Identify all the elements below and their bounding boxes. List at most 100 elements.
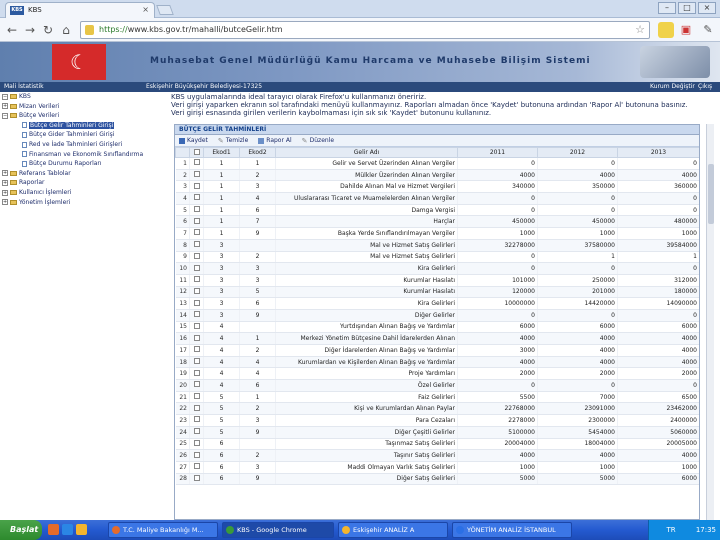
- close-window-icon[interactable]: ×: [698, 2, 716, 14]
- table-row[interactable]: 27 6 3 Maddi Olmayan Varlık Satış Gelirleri…: [175, 461, 699, 474]
- clear-button[interactable]: ✎ Temizle: [218, 137, 248, 144]
- ekod2-cell[interactable]: 2: [239, 449, 276, 462]
- reload-icon[interactable]: ↻: [40, 23, 56, 37]
- row-select-cell[interactable]: [189, 356, 204, 369]
- value-2012-cell[interactable]: 23091000: [537, 402, 618, 416]
- value-2012-cell[interactable]: 4000: [537, 169, 618, 182]
- value-2013-cell[interactable]: 2000: [617, 367, 699, 381]
- row-select-cell[interactable]: [189, 414, 204, 427]
- row-checkbox[interactable]: [193, 171, 200, 178]
- value-2012-cell[interactable]: 2300000: [537, 414, 618, 427]
- ekod2-cell[interactable]: 2: [239, 402, 276, 416]
- row-select-cell[interactable]: [189, 402, 204, 416]
- sidebar-item[interactable]: + Yönetim İşlemleri: [2, 198, 70, 207]
- value-2011-cell[interactable]: 101000: [457, 274, 538, 287]
- maximize-icon[interactable]: □: [678, 2, 696, 14]
- table-row[interactable]: 21 5 1 Faiz Gelirleri 5500 7000 6500: [175, 391, 699, 404]
- ekod1-cell[interactable]: 3: [203, 274, 240, 287]
- row-select-cell[interactable]: [189, 367, 204, 381]
- value-2013-cell[interactable]: 480000: [617, 215, 699, 229]
- row-select-cell[interactable]: [189, 426, 204, 439]
- income-name-cell[interactable]: Özel Gelirler: [275, 379, 458, 392]
- ekod1-cell[interactable]: 3: [203, 262, 240, 275]
- value-2011-cell[interactable]: 120000: [457, 286, 538, 299]
- save-button[interactable]: Kaydet: [179, 137, 208, 144]
- table-row[interactable]: 26 6 2 Taşınır Satış Gelirleri 4000 4000 4000: [175, 449, 699, 462]
- ekod2-cell[interactable]: 3: [239, 262, 276, 275]
- value-2011-cell[interactable]: 450000: [457, 215, 538, 229]
- ekod1-cell[interactable]: 4: [203, 332, 240, 345]
- forward-icon[interactable]: →: [22, 23, 38, 37]
- ekod1-cell[interactable]: 4: [203, 356, 240, 369]
- row-checkbox[interactable]: [193, 159, 200, 166]
- ekod2-cell[interactable]: [239, 438, 276, 451]
- ekod2-cell[interactable]: 9: [239, 473, 276, 486]
- value-2013-cell[interactable]: 20005000: [617, 438, 699, 451]
- income-name-cell[interactable]: Diğer Satış Gelirleri: [275, 473, 458, 486]
- value-2013-cell[interactable]: 6000: [617, 473, 699, 486]
- income-name-cell[interactable]: Diğer Çeşitli Gelirler: [275, 426, 458, 439]
- row-select-cell[interactable]: [189, 204, 204, 217]
- ekod1-cell[interactable]: 1: [203, 169, 240, 182]
- ekod2-cell[interactable]: 2: [239, 251, 276, 264]
- value-2011-cell[interactable]: 2278000: [457, 414, 538, 427]
- value-2012-cell[interactable]: 4000: [537, 356, 618, 369]
- value-2013-cell[interactable]: 312000: [617, 274, 699, 287]
- ekod2-cell[interactable]: [239, 321, 276, 334]
- value-2012-cell[interactable]: 6000: [537, 321, 618, 334]
- value-2013-cell[interactable]: 0: [617, 204, 699, 217]
- value-2013-cell[interactable]: 180000: [617, 286, 699, 299]
- value-2013-cell[interactable]: 4000: [617, 449, 699, 462]
- income-name-cell[interactable]: Para Cezaları: [275, 414, 458, 427]
- income-name-cell[interactable]: Maddi Olmayan Varlık Satış Gelirleri: [275, 461, 458, 474]
- ekod2-cell[interactable]: 2: [239, 344, 276, 357]
- row-checkbox[interactable]: [193, 276, 200, 283]
- row-checkbox[interactable]: [193, 264, 200, 271]
- ekod2-cell[interactable]: 3: [239, 274, 276, 287]
- value-2011-cell[interactable]: 2000: [457, 367, 538, 381]
- income-name-cell[interactable]: Faiz Gelirleri: [275, 391, 458, 404]
- income-name-cell[interactable]: Uluslararası Ticaret ve Muamelelerden Al…: [275, 192, 458, 205]
- value-2013-cell[interactable]: 6000: [617, 321, 699, 334]
- income-name-cell[interactable]: Mal ve Hizmet Satış Gelirleri: [275, 251, 458, 264]
- ekod1-cell[interactable]: 6: [203, 438, 240, 451]
- value-2011-cell[interactable]: 5500: [457, 391, 538, 404]
- value-2013-cell[interactable]: 2400000: [617, 414, 699, 427]
- select-all-checkbox[interactable]: [193, 148, 200, 155]
- ekod1-cell[interactable]: 1: [203, 215, 240, 229]
- ie-quicklaunch-icon[interactable]: [62, 524, 73, 535]
- row-select-cell[interactable]: [189, 286, 204, 299]
- row-checkbox[interactable]: [193, 393, 200, 400]
- browser-tab[interactable]: KBS KBS ×: [5, 2, 155, 18]
- value-2013-cell[interactable]: 4000: [617, 356, 699, 369]
- row-select-cell[interactable]: [189, 461, 204, 474]
- table-row[interactable]: 17 4 2 Diğer İdarelerden Alınan Bağış ve Ya…: [175, 344, 699, 357]
- value-2011-cell[interactable]: 3000: [457, 344, 538, 357]
- ekod1-cell[interactable]: 1: [203, 157, 240, 170]
- ekod2-cell[interactable]: 4: [239, 356, 276, 369]
- value-2012-cell[interactable]: 1: [537, 251, 618, 264]
- logout-link[interactable]: Çıkış: [698, 83, 712, 90]
- ekod2-cell[interactable]: 7: [239, 215, 276, 229]
- sidebar-item[interactable]: − Bütçe Verileri: [2, 111, 59, 120]
- row-select-cell[interactable]: [189, 262, 204, 275]
- expand-icon[interactable]: +: [2, 199, 8, 206]
- ekod1-cell[interactable]: 3: [203, 297, 240, 310]
- value-2012-cell[interactable]: 350000: [537, 180, 618, 194]
- value-2013-cell[interactable]: 6500: [617, 391, 699, 404]
- ekod1-cell[interactable]: 1: [203, 204, 240, 217]
- ekod2-cell[interactable]: 9: [239, 227, 276, 240]
- row-checkbox[interactable]: [193, 252, 200, 259]
- ekod1-cell[interactable]: 6: [203, 449, 240, 462]
- row-select-cell[interactable]: [189, 215, 204, 229]
- value-2011-cell[interactable]: 4000: [457, 169, 538, 182]
- back-icon[interactable]: ←: [4, 23, 20, 37]
- table-row[interactable]: 24 5 9 Diğer Çeşitli Gelirler 5100000 5454000…: [175, 426, 699, 439]
- ekod1-cell[interactable]: 4: [203, 344, 240, 357]
- ekod1-cell[interactable]: 6: [203, 461, 240, 474]
- value-2013-cell[interactable]: 4000: [617, 344, 699, 357]
- ekod2-cell[interactable]: [239, 239, 276, 252]
- income-name-cell[interactable]: Mal ve Hizmet Satış Gelirleri: [275, 239, 458, 252]
- value-2013-cell[interactable]: 5060000: [617, 426, 699, 439]
- income-name-cell[interactable]: Diğer İdarelerden Alınan Bağış ve Yardım…: [275, 344, 458, 357]
